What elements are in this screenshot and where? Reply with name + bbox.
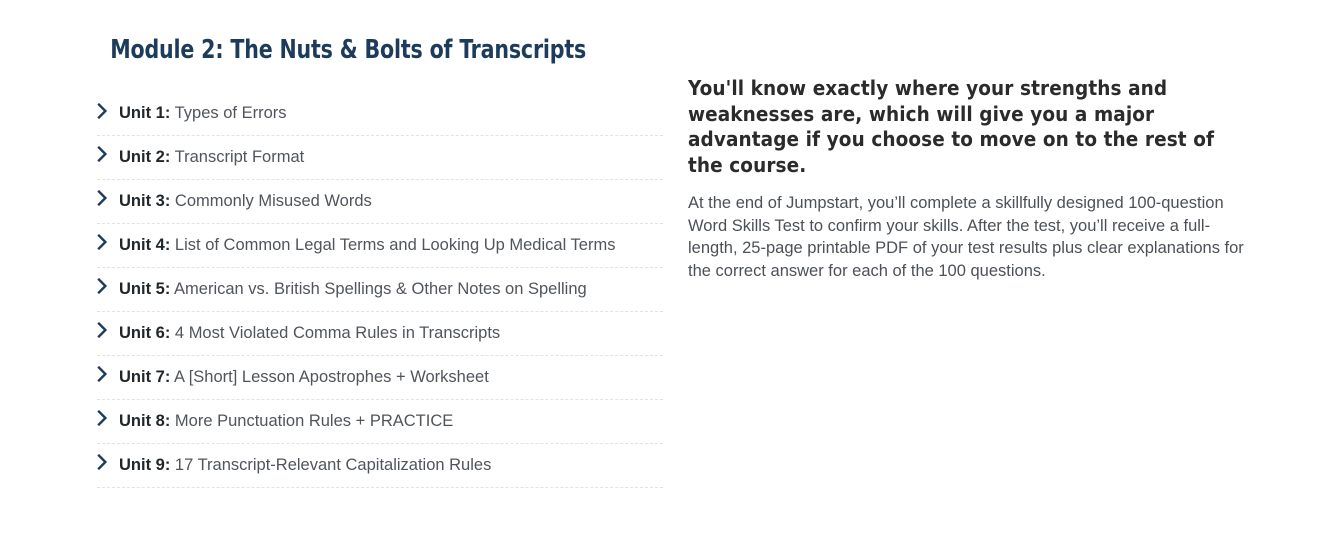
unit-number-label: Unit 3: — [119, 192, 171, 210]
chevron-right-icon[interactable] — [97, 366, 111, 384]
unit-title-text: 17 Transcript-Relevant Capitalization Ru… — [170, 456, 492, 474]
module-column: Module 2: The Nuts & Bolts of Transcript… — [97, 0, 663, 488]
unit-list: Unit 1: Types of Errors Unit 2: Transcrip… — [97, 93, 663, 488]
chevron-right-icon[interactable] — [97, 103, 111, 121]
chevron-right-icon[interactable] — [97, 454, 111, 472]
unit-list-item[interactable]: Unit 4: List of Common Legal Terms and L… — [97, 224, 663, 268]
unit-number-label: Unit 5: — [119, 280, 171, 298]
page-root: Module 2: The Nuts & Bolts of Transcript… — [0, 0, 1339, 555]
unit-title-text: American vs. British Spellings & Other N… — [170, 280, 587, 298]
unit-number-label: Unit 8: — [119, 412, 171, 430]
chevron-right-icon[interactable] — [97, 322, 111, 340]
unit-number-label: Unit 9: — [119, 456, 171, 474]
unit-list-item[interactable]: Unit 7: A [Short] Lesson Apostrophes + W… — [97, 356, 663, 400]
unit-list-item[interactable]: Unit 2: Transcript Format — [97, 136, 663, 180]
chevron-right-icon[interactable] — [97, 146, 111, 164]
unit-title-text: Transcript Format — [170, 148, 305, 166]
unit-list-item[interactable]: Unit 3: Commonly Misused Words — [97, 180, 663, 224]
promo-body-text: At the end of Jumpstart, you’ll complete… — [688, 194, 1244, 280]
unit-list-item[interactable]: Unit 9: 17 Transcript-Relevant Capitaliz… — [97, 444, 663, 488]
unit-number-label: Unit 4: — [119, 236, 171, 254]
unit-number-label: Unit 2: — [119, 148, 171, 166]
unit-number-label: Unit 6: — [119, 324, 171, 342]
promo-column: You'll know exactly where your strengths… — [688, 0, 1250, 282]
chevron-right-icon[interactable] — [97, 190, 111, 208]
unit-title-text: List of Common Legal Terms and Looking U… — [170, 236, 616, 254]
page-title: Module 2: The Nuts & Bolts of Transcript… — [110, 35, 587, 65]
unit-list-item[interactable]: Unit 8: More Punctuation Rules + PRACTIC… — [97, 400, 663, 444]
promo-heading: You'll know exactly where your strengths… — [688, 76, 1215, 177]
chevron-right-icon[interactable] — [97, 234, 111, 252]
unit-number-label: Unit 1: — [119, 104, 171, 122]
unit-title-text: 4 Most Violated Comma Rules in Transcrip… — [170, 324, 501, 342]
unit-title-text: Commonly Misused Words — [170, 192, 372, 210]
unit-number-label: Unit 7: — [119, 368, 171, 386]
unit-list-item[interactable]: Unit 1: Types of Errors — [97, 93, 663, 136]
unit-list-item[interactable]: Unit 6: 4 Most Violated Comma Rules in T… — [97, 312, 663, 356]
chevron-right-icon[interactable] — [97, 278, 111, 296]
unit-title-text: Types of Errors — [170, 104, 287, 122]
unit-title-text: More Punctuation Rules + PRACTICE — [170, 412, 454, 430]
unit-list-item[interactable]: Unit 5: American vs. British Spellings &… — [97, 268, 663, 312]
unit-title-text: A [Short] Lesson Apostrophes + Worksheet — [170, 368, 489, 386]
chevron-right-icon[interactable] — [97, 410, 111, 428]
